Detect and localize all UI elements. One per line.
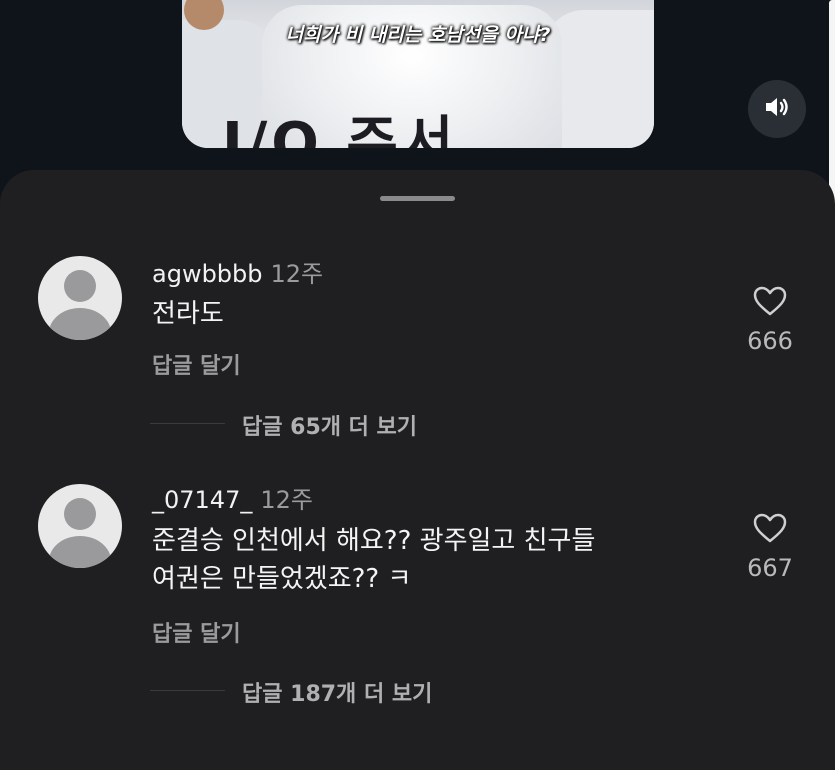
avatar[interactable]: [38, 484, 122, 568]
comment-text: 전라도: [152, 295, 224, 333]
sheet-drag-handle[interactable]: [380, 196, 455, 201]
like-count: 666: [747, 327, 793, 355]
comments-sheet: agwbbbb 12주 전라도 답글 달기 666 답글 65개 더 보기 _07…: [0, 170, 835, 770]
reply-button[interactable]: 답글 달기: [152, 348, 241, 380]
scrollbar[interactable]: [829, 0, 835, 205]
comment-line: 여권은 만들었겠죠?? ㅋ: [152, 564, 412, 594]
volume-button[interactable]: [748, 80, 806, 138]
comment-username[interactable]: _07147_: [152, 486, 252, 514]
reply-button[interactable]: 답글 달기: [152, 616, 241, 648]
video-preview[interactable]: I/O 주서 너희가 비 내리는 호남선을 아냐?: [182, 0, 654, 148]
speaker-icon: [764, 96, 790, 122]
divider: [150, 423, 225, 424]
like-count: 667: [747, 554, 793, 582]
view-replies-label: 답글 187개 더 보기: [242, 682, 433, 707]
comment-line: 준결승 인천에서 해요?? 광주일고 친구들: [152, 526, 596, 556]
view-replies-label: 답글 65개 더 보기: [242, 415, 418, 440]
jersey-lettering: I/O 주서: [222, 111, 458, 148]
comment-header: _07147_ 12주: [152, 480, 313, 515]
like-button[interactable]: 666: [735, 285, 805, 355]
divider: [150, 690, 225, 691]
comment-time: 12주: [270, 260, 324, 288]
avatar[interactable]: [38, 256, 122, 340]
comment-line: 전라도: [152, 299, 224, 329]
comment-header: agwbbbb 12주: [152, 254, 323, 289]
comment-text: 준결승 인천에서 해요?? 광주일고 친구들 여권은 만들었겠죠?? ㅋ: [152, 522, 595, 598]
heart-icon: [752, 513, 788, 548]
video-subtitle: 너희가 비 내리는 호남선을 아냐?: [285, 24, 551, 46]
comment-time: 12주: [260, 486, 313, 514]
like-button[interactable]: 667: [735, 512, 805, 582]
comment-username[interactable]: agwbbbb: [152, 260, 263, 288]
heart-icon: [752, 286, 788, 321]
